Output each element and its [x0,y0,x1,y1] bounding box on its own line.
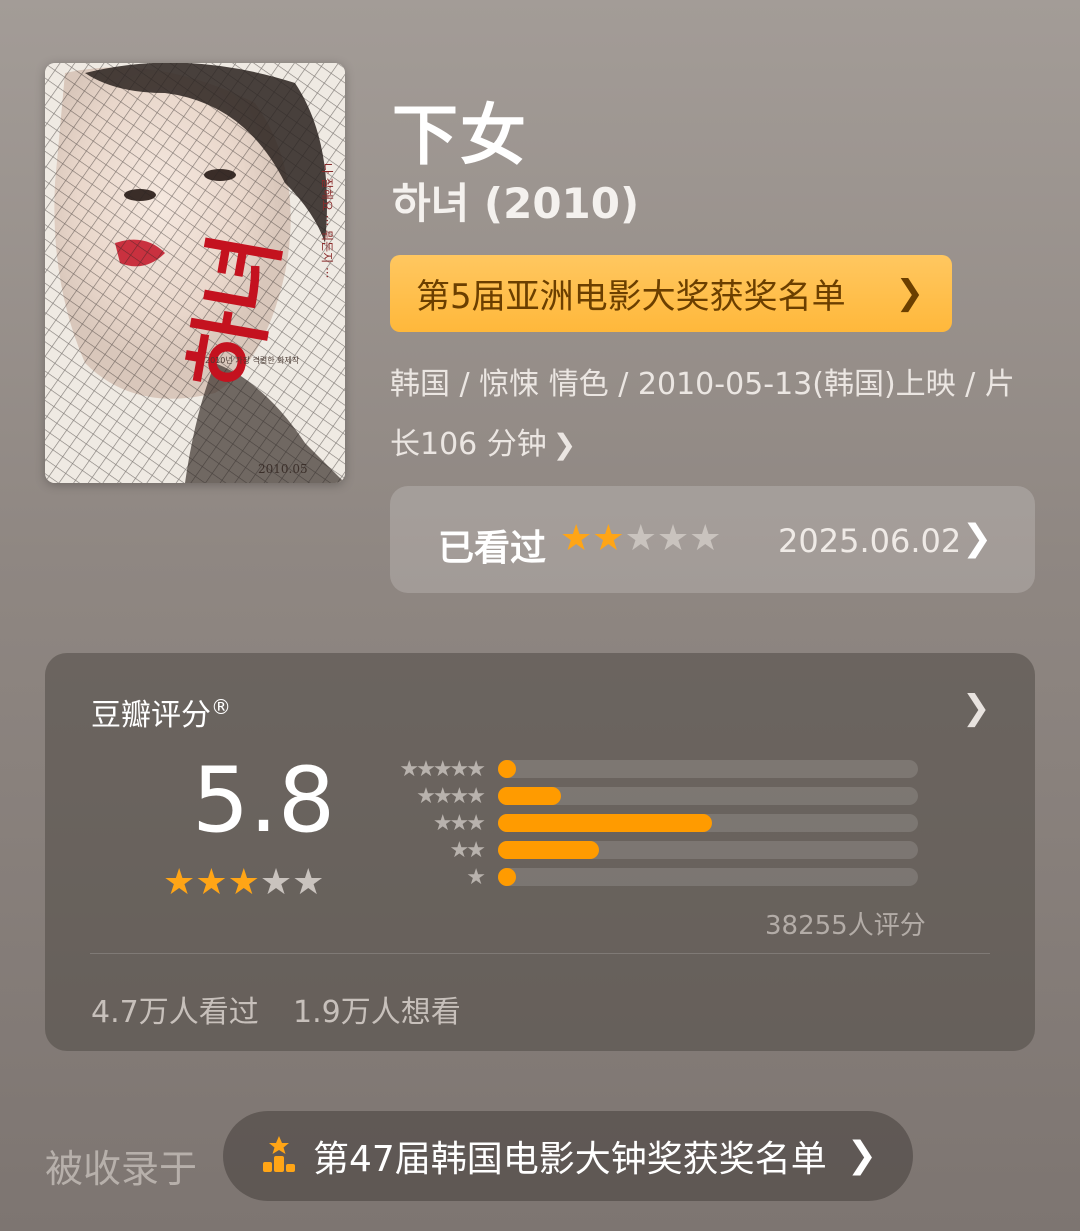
distribution-bar-track [498,841,918,859]
distribution-star-label: ★★★★ [416,784,486,809]
distribution-bar [498,760,516,778]
distribution-bar-track [498,787,918,805]
star-icon: ★ [292,862,325,903]
distribution-bar-track [498,760,918,778]
chevron-right-icon: ❯ [895,273,925,313]
collected-label: 被收录于 [45,1147,198,1191]
distribution-star-label: ★★★★★ [399,757,486,782]
star-icon: ★ [689,518,722,559]
star-icon: ★ [195,862,228,903]
divider [90,953,990,954]
chevron-right-icon: ❯ [962,518,993,559]
movie-poster[interactable]: 나 잘해요 ··· 뭐든지 ··· 하녀 2010년 가장 격렬한 화제작 20… [45,63,345,483]
ranking-list-icon [259,1134,299,1178]
rating-count: 38255人评分 [765,911,926,941]
chevron-right-icon: ❯ [552,428,577,461]
star-icon: ★ [592,518,625,559]
poster-date: 2010.05 [258,462,308,476]
rating-score: 5.8 [192,748,336,853]
collected-list-button[interactable]: 第47届韩国电影大钟奖获奖名单 ❯ [223,1111,913,1201]
rating-title: 豆瓣评分® [91,695,231,733]
movie-original-title: 하녀 (2010) [392,179,640,228]
distribution-star-label: ★ [466,865,486,890]
meta-line-1: 韩国 / 惊悚 情色 / 2010-05-13(韩国)上映 / 片 [390,367,1015,402]
star-icon: ★ [163,862,196,903]
meta-line-2: 长106 分钟 [390,427,547,462]
distribution-bar [498,868,516,886]
poster-vertical-text: 나 잘해요 ··· 뭐든지 ··· [320,163,334,278]
distribution-star-label: ★★★ [432,811,486,836]
distribution-bar [498,814,712,832]
star-icon: ★ [227,862,260,903]
poster-tagline: 2010년 가장 격렬한 화제작 [205,355,300,365]
watched-date: 2025.06.02 [778,522,962,560]
watched-label: 已看过 [438,528,547,569]
want-count[interactable]: 1.9万人想看 [293,987,461,1031]
movie-title: 下女 [392,97,528,174]
star-icon: ★ [560,518,593,559]
distribution-bar [498,787,561,805]
user-rating-stars: ★★★★★ [560,518,721,559]
distribution-bar-track [498,814,918,832]
distribution-bar-track [498,868,918,886]
score-stars: ★★★★★ [163,862,324,903]
award-list-button[interactable]: 第5届亚洲电影大奖获奖名单 ❯ [390,255,952,332]
distribution-star-label: ★★ [449,838,486,863]
award-list-label: 第5届亚洲电影大奖获奖名单 [416,277,846,317]
chevron-right-icon[interactable]: ❯ [962,688,991,728]
star-icon: ★ [624,518,657,559]
registered-mark: ® [211,695,231,719]
chevron-right-icon: ❯ [846,1135,877,1176]
collected-list-title: 第47届韩国电影大钟奖获奖名单 [313,1139,827,1180]
star-icon: ★ [259,862,293,903]
movie-meta[interactable]: 韩国 / 惊悚 情色 / 2010-05-13(韩国)上映 / 片 长106 分… [390,355,1030,475]
star-icon: ★ [656,518,690,559]
seen-count[interactable]: 4.7万人看过 [91,987,259,1031]
distribution-bar [498,841,599,859]
